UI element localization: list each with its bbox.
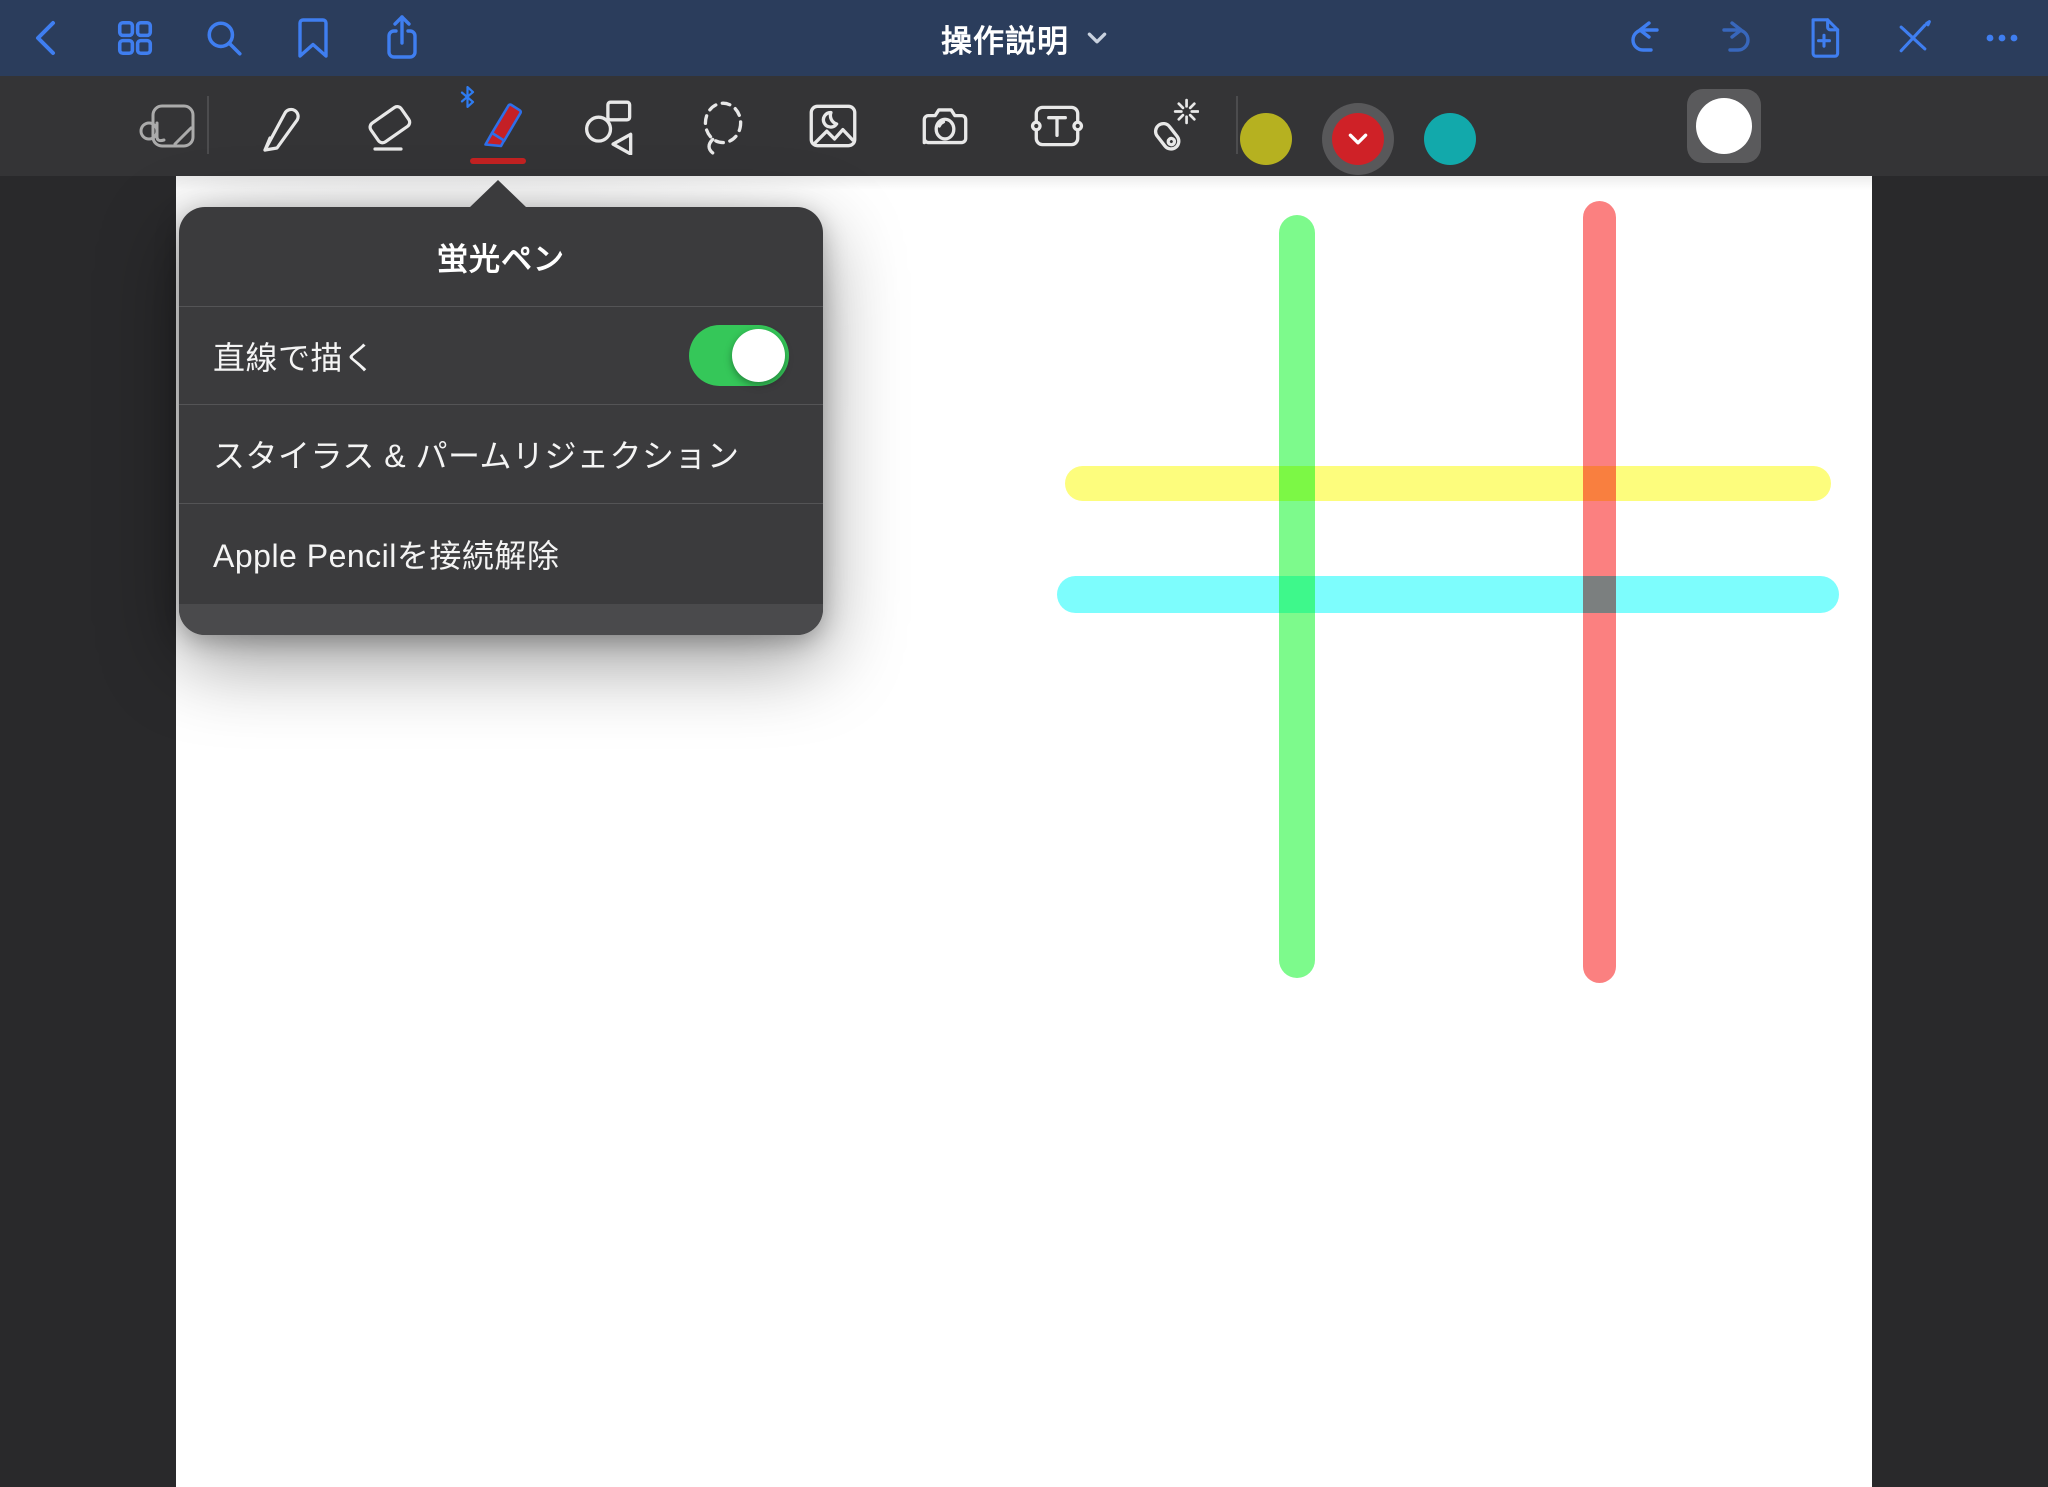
undo-button[interactable] bbox=[1626, 15, 1666, 61]
topbar-right-group bbox=[1626, 0, 2022, 76]
color-swatch-teal[interactable] bbox=[1424, 113, 1476, 165]
toolbar-divider bbox=[207, 96, 209, 154]
color-swatch-olive[interactable] bbox=[1240, 113, 1292, 165]
highlighter-tool-button[interactable] bbox=[460, 86, 530, 164]
document-title: 操作説明 bbox=[941, 23, 1069, 59]
stroke-size-small[interactable] bbox=[1536, 195, 1549, 208]
lasso-tool-button[interactable] bbox=[690, 94, 754, 158]
popover-row-disconnect-apple-pencil[interactable]: Apple Pencilを接続解除 bbox=[179, 504, 823, 604]
popover-title: 蛍光ペン bbox=[437, 242, 565, 277]
bookmark-button[interactable] bbox=[293, 15, 333, 61]
stroke-size-large-selected[interactable] bbox=[1687, 89, 1761, 163]
eraser-tool-button[interactable] bbox=[358, 94, 422, 158]
yellow-horizontal-stroke bbox=[1065, 466, 1831, 501]
pen-mode-toggle-button[interactable] bbox=[1893, 15, 1933, 61]
stroke-size-medium[interactable] bbox=[1623, 191, 1645, 213]
highlighter-icon bbox=[484, 103, 522, 148]
toggle-knob bbox=[732, 329, 785, 382]
text-tool-button[interactable] bbox=[1025, 94, 1089, 158]
highlighter-settings-popover: 蛍光ペン 直線で描く スタイラス & パームリジェクション Apple Penc… bbox=[179, 180, 823, 635]
color-swatch-red-selected[interactable] bbox=[1322, 103, 1394, 175]
topbar-left-group bbox=[26, 0, 422, 76]
search-button[interactable] bbox=[204, 15, 244, 61]
pen-tool-button[interactable] bbox=[245, 94, 309, 158]
disconnect-apple-pencil-label: Apple Pencilを接続解除 bbox=[213, 538, 560, 574]
selected-tool-underline bbox=[470, 158, 526, 164]
popover-row-draw-straight: 直線で描く bbox=[179, 307, 823, 405]
toolbar-divider bbox=[1236, 96, 1238, 154]
stylus-palm-rejection-label: スタイラス & パームリジェクション bbox=[213, 438, 740, 474]
swatch-chevron-down-icon bbox=[1348, 133, 1368, 145]
back-button[interactable] bbox=[26, 15, 66, 61]
share-button[interactable] bbox=[382, 15, 422, 61]
shapes-tool-button[interactable] bbox=[579, 94, 643, 158]
more-options-button[interactable] bbox=[1982, 15, 2022, 61]
redo-button[interactable] bbox=[1715, 15, 1755, 61]
top-navigation-bar: 操作説明 bbox=[0, 0, 2048, 76]
stroke-size-large-dot bbox=[1696, 98, 1752, 154]
laser-pointer-tool-button[interactable] bbox=[1138, 94, 1202, 158]
cyan-horizontal-stroke bbox=[1057, 576, 1839, 613]
toolbar-panel-button[interactable] bbox=[135, 94, 199, 158]
popover-row-stylus-palm-rejection[interactable]: スタイラス & パームリジェクション bbox=[179, 405, 823, 504]
drawing-toolbar bbox=[0, 76, 2048, 213]
draw-straight-toggle[interactable] bbox=[689, 325, 789, 386]
add-page-button[interactable] bbox=[1804, 15, 1844, 61]
draw-straight-label: 直線で描く bbox=[213, 339, 376, 376]
page-thumbnails-button[interactable] bbox=[115, 15, 155, 61]
title-chevron-down-icon[interactable] bbox=[1087, 32, 1107, 44]
image-tool-button[interactable] bbox=[801, 94, 865, 158]
bluetooth-icon bbox=[460, 86, 475, 108]
popover-partial-next-row bbox=[179, 604, 823, 635]
popover-title-row: 蛍光ペン bbox=[179, 207, 823, 307]
camera-tool-button[interactable] bbox=[913, 94, 977, 158]
